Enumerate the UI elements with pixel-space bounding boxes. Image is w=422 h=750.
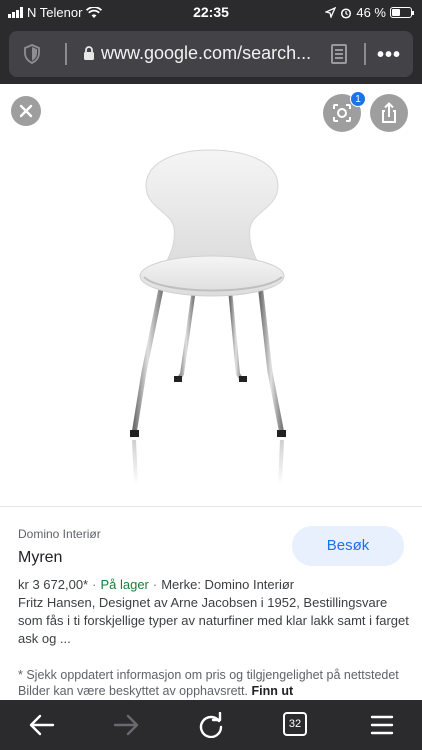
stock-status: På lager xyxy=(100,577,149,592)
status-bar: N Telenor 22:35 46 % xyxy=(0,0,422,26)
separator-dot: · xyxy=(92,577,97,592)
back-icon[interactable] xyxy=(28,712,56,738)
reload-icon[interactable] xyxy=(197,712,225,738)
location-arrow-icon xyxy=(325,7,337,18)
disclaimer: * Sjekk oppdatert informasjon om pris og… xyxy=(18,667,410,699)
source-name[interactable]: Domino Interiør xyxy=(18,527,101,541)
status-right: 46 % xyxy=(325,5,414,20)
product-image[interactable] xyxy=(110,144,310,514)
more-icon[interactable]: ••• xyxy=(377,44,401,67)
toolbar-divider xyxy=(65,43,67,65)
result-title[interactable]: Myren xyxy=(18,549,62,567)
forward-icon[interactable] xyxy=(112,712,140,738)
bottom-toolbar: 32 xyxy=(0,700,422,750)
learn-more-link[interactable]: Finn ut xyxy=(251,684,293,698)
share-button[interactable] xyxy=(370,94,408,132)
visit-button[interactable]: Besøk xyxy=(292,526,404,566)
shield-icon[interactable] xyxy=(23,44,41,64)
battery-percent: 46 % xyxy=(356,5,386,20)
lens-badge: 1 xyxy=(350,91,366,107)
close-button[interactable] xyxy=(11,96,41,126)
url-text[interactable]: www.google.com/search... xyxy=(101,43,311,64)
price-row: kr 3 672,00* · På lager · Merke: Domino Inte… xyxy=(18,576,410,594)
product-details: kr 3 672,00* · På lager · Merke: Domino Inte… xyxy=(18,576,410,648)
image-viewer: 1 xyxy=(0,84,422,506)
disclaimer-text: * Sjekk oppdatert informasjon om pris og… xyxy=(18,668,399,698)
share-icon xyxy=(382,102,396,123)
browser-toolbar: www.google.com/search... ••• xyxy=(0,26,422,84)
description: Fritz Hansen, Designet av Arne Jacobsen … xyxy=(18,595,409,646)
toolbar-divider xyxy=(364,43,366,65)
tabs-button[interactable]: 32 xyxy=(283,712,307,736)
brand: Merke: Domino Interiør xyxy=(161,577,295,592)
lock-icon xyxy=(84,46,94,60)
section-divider xyxy=(0,506,422,507)
reader-icon[interactable] xyxy=(331,44,347,64)
menu-icon[interactable] xyxy=(368,712,396,738)
price: kr 3 672,00* xyxy=(18,577,89,592)
alarm-icon xyxy=(341,7,352,19)
close-icon xyxy=(19,104,33,118)
separator-dot: · xyxy=(152,577,158,592)
address-bar[interactable]: www.google.com/search... ••• xyxy=(9,31,413,77)
battery-fill xyxy=(392,9,400,16)
battery-icon xyxy=(390,7,414,18)
